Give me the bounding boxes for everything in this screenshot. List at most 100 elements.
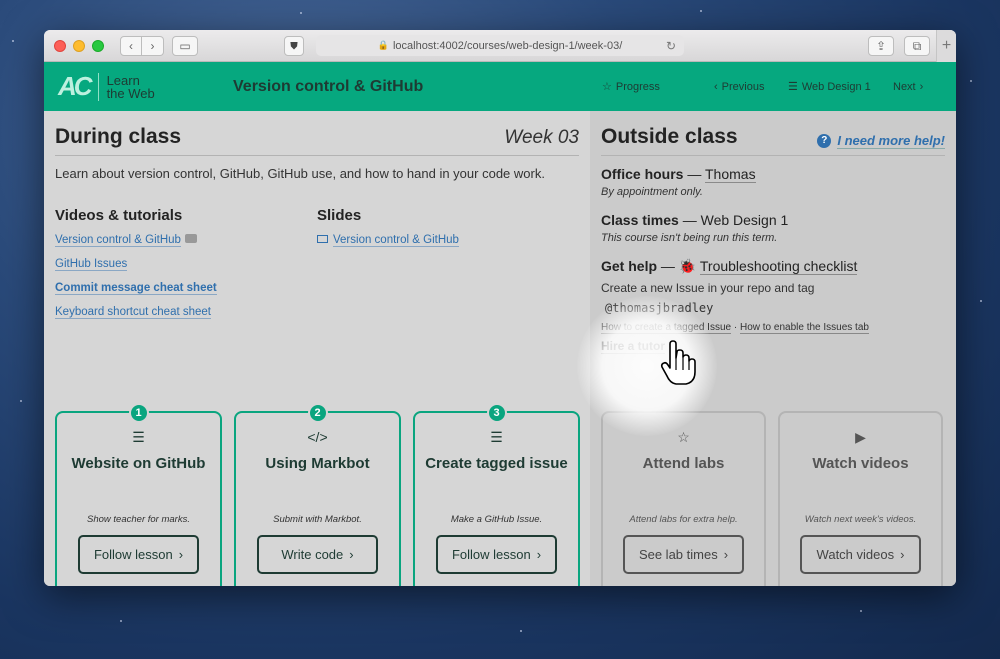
class-times-note: This course isn't being run this term. <box>601 232 778 244</box>
reload-icon[interactable]: ↻ <box>666 39 676 53</box>
intro-text: Learn about version control, GitHub, Git… <box>55 166 545 181</box>
card-subtitle: Make a GitHub Issue. <box>450 514 543 525</box>
office-hours-note: By appointment only. <box>601 186 703 198</box>
follow-lesson-button[interactable]: Follow lesson › <box>436 535 557 574</box>
section-title: Outside class <box>601 125 738 148</box>
menu-icon: ☰ <box>788 81 798 93</box>
sidebar-toggle-button[interactable]: ▭ <box>172 35 198 56</box>
card-subtitle: Submit with Markbot. <box>273 514 362 525</box>
card-title: Attend labs <box>642 455 725 472</box>
office-hours: Office hours — Thomas By appointment onl… <box>601 166 945 198</box>
class-times: Class times — Web Design 1 This course i… <box>601 212 945 244</box>
star-decoration <box>700 10 702 12</box>
forward-button[interactable]: › <box>142 35 164 56</box>
youtube-icon <box>184 234 197 244</box>
zoom-window-button[interactable] <box>92 39 104 52</box>
during-class-section: During class Week 03 Learn about version… <box>44 111 590 586</box>
previous-label: Previous <box>721 80 765 93</box>
window-controls <box>54 39 104 52</box>
back-button[interactable]: ‹ <box>120 35 142 56</box>
close-window-button[interactable] <box>54 39 66 52</box>
site-logo[interactable]: AC Learn the Web <box>58 71 155 102</box>
browser-titlebar: ‹ › ▭ ⛊ 🔒 localhost:4002/courses/web-des… <box>44 30 956 62</box>
write-code-button[interactable]: Write code › <box>257 535 378 574</box>
next-link[interactable]: Next › <box>893 81 923 93</box>
list-icon: ☰ <box>132 429 145 445</box>
chevron-left-icon: ‹ <box>714 80 718 93</box>
video-icon: ▶ <box>855 429 866 445</box>
bug-icon: 🐞 <box>678 258 697 274</box>
chevron-right-icon: › <box>349 547 354 562</box>
enable-issues-link[interactable]: How to enable the Issues tab <box>739 322 869 334</box>
chevron-right-icon: › <box>178 547 184 562</box>
troubleshooting-link[interactable]: Troubleshooting checklist <box>699 258 858 275</box>
progress-link[interactable]: ☆ Progress <box>602 80 660 94</box>
star-decoration <box>860 610 862 612</box>
star-decoration <box>980 300 982 302</box>
next-label: Next <box>893 80 916 93</box>
link-commit-cheat-sheet[interactable]: Commit message cheat sheet <box>55 282 217 295</box>
share-button[interactable]: ⇪ <box>868 36 894 56</box>
activity-card-3: 3 ☰ Create tagged issue Make a GitHub Is… <box>413 403 580 586</box>
button-label: Follow lesson <box>93 547 173 562</box>
course-menu-link[interactable]: ☰ Web Design 1 <box>788 80 871 94</box>
lock-icon: 🔒 <box>377 40 389 50</box>
step-badge: 2 <box>307 403 328 423</box>
toolbar-right: ⇪ ⧉ <box>868 36 930 56</box>
new-tab-button[interactable]: + <box>936 30 956 62</box>
card-title: Create tagged issue <box>425 455 568 472</box>
get-help-text: Create a new Issue in your repo and tag <box>601 281 815 295</box>
list-icon: ☰ <box>490 429 503 445</box>
hand-cursor-icon <box>660 340 696 385</box>
button-label: See lab times <box>638 547 718 562</box>
privacy-shield-icon[interactable]: ⛊ <box>284 36 304 56</box>
get-help: Get help — 🐞 Troubleshooting checklist C… <box>601 258 945 355</box>
card-title: Using Markbot <box>265 455 370 472</box>
site-top-nav: AC Learn the Web Version control & GitHu… <box>44 62 956 111</box>
chevron-right-icon: › <box>536 547 542 562</box>
star-decoration <box>120 620 122 622</box>
star-icon: ☆ <box>677 429 690 445</box>
slides-column: Slides Version control & GitHub <box>317 207 579 326</box>
card-subtitle: Attend labs for extra help. <box>629 514 738 525</box>
video-link-github-issues[interactable]: GitHub Issues <box>55 258 128 271</box>
chevron-right-icon: › <box>900 547 905 562</box>
see-lab-times-button[interactable]: See lab times › <box>623 535 744 574</box>
chevron-right-icon: › <box>723 547 729 562</box>
office-hours-label: Office hours <box>601 166 684 182</box>
activity-card-2: 2 </> Using Markbot Submit with Markbot.… <box>234 403 401 586</box>
button-label: Watch videos <box>816 547 895 562</box>
minimize-window-button[interactable] <box>73 39 85 52</box>
step-badge: 1 <box>128 403 149 423</box>
question-icon: ? <box>817 133 832 148</box>
get-help-label: Get help <box>601 258 658 274</box>
office-hours-link[interactable]: Thomas <box>705 166 756 183</box>
hire-tutor-link[interactable]: Hire a tutor <box>601 339 666 354</box>
tagged-issue-link[interactable]: How to create a tagged Issue <box>601 322 732 334</box>
follow-lesson-button[interactable]: Follow lesson › <box>78 535 199 574</box>
slides-link[interactable]: Version control & GitHub <box>333 234 459 247</box>
video-link-version-control[interactable]: Version control & GitHub <box>55 234 181 247</box>
logo-text: Learn the Web <box>107 74 155 100</box>
tabs-overview-button[interactable]: ⧉ <box>904 36 930 56</box>
help-links: How to create a tagged Issue · How to en… <box>601 322 945 334</box>
card-subtitle: Show teacher for marks. <box>87 514 190 525</box>
outside-class-header: Outside class ? I need more help! <box>601 125 945 156</box>
activity-cards: 1 ☰ Website on GitHub Show teacher for m… <box>55 403 580 586</box>
link-keyboard-cheat-sheet[interactable]: Keyboard shortcut cheat sheet <box>55 306 211 319</box>
watch-videos-button[interactable]: Watch videos › <box>800 535 921 574</box>
week-label: Week 03 <box>504 127 579 148</box>
card-title: Website on GitHub <box>71 455 206 472</box>
link-separator: · <box>733 322 738 333</box>
logo-divider <box>97 72 99 101</box>
need-help-link[interactable]: ? I need more help! <box>817 133 945 149</box>
logo-mark: AC <box>58 71 93 101</box>
address-bar[interactable]: 🔒 localhost:4002/courses/web-design-1/we… <box>316 35 684 56</box>
history-buttons: ‹ › <box>120 35 164 56</box>
previous-link[interactable]: ‹ Previous <box>714 81 764 93</box>
class-times-value: Web Design 1 <box>700 212 789 228</box>
button-label: Write code <box>281 547 344 562</box>
resources: Videos & tutorials Version control & Git… <box>55 207 579 326</box>
class-times-label: Class times <box>601 212 679 228</box>
star-icon: ☆ <box>602 81 612 93</box>
